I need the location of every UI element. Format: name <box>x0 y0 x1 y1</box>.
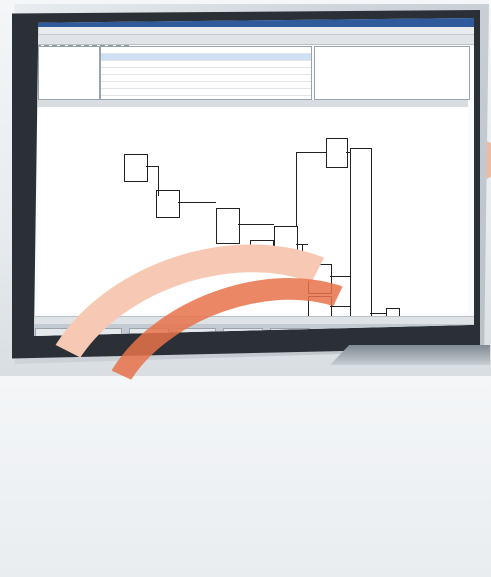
toolbar[interactable] <box>34 35 474 50</box>
message-panel <box>314 46 470 100</box>
function-block[interactable] <box>156 190 180 218</box>
monitor-stand <box>330 345 490 365</box>
table-row[interactable] <box>101 89 311 96</box>
connection-line <box>296 152 326 153</box>
properties-table[interactable] <box>100 46 312 100</box>
function-block[interactable] <box>216 208 240 244</box>
menu-bar[interactable] <box>34 27 474 35</box>
connection-line <box>158 166 159 196</box>
table-row[interactable] <box>101 47 311 54</box>
editor-tab-bar[interactable] <box>38 100 468 107</box>
table-row[interactable] <box>101 61 311 68</box>
project-tree-panel[interactable] <box>38 46 100 100</box>
connection-line <box>146 166 158 167</box>
table-row[interactable] <box>101 82 311 89</box>
connection-line <box>238 224 274 225</box>
function-block[interactable] <box>124 154 148 182</box>
table-row[interactable] <box>101 54 311 61</box>
table-row[interactable] <box>101 68 311 75</box>
table-row[interactable] <box>101 75 311 82</box>
connection-line <box>346 152 350 153</box>
function-block[interactable] <box>326 138 348 168</box>
connection-line <box>178 202 216 203</box>
connection-line <box>296 152 297 226</box>
